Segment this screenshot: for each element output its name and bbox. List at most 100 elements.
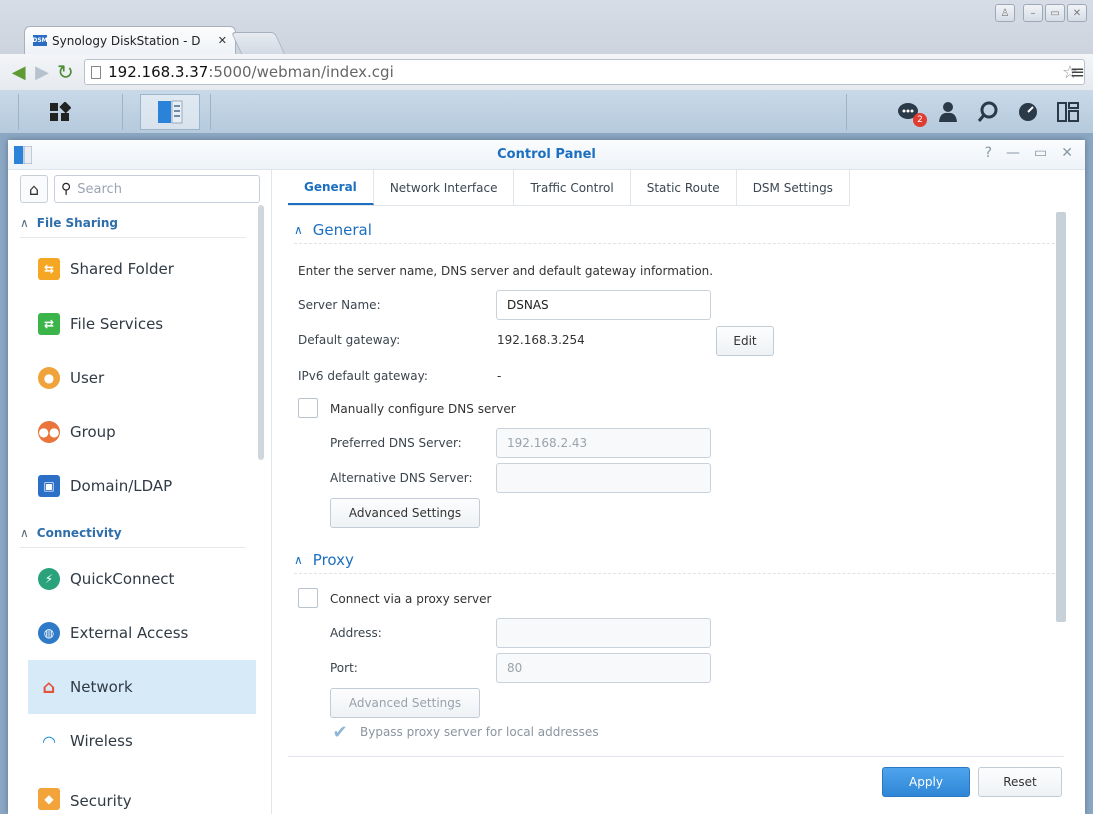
sidebar-item-label: Network [70,678,133,696]
home-icon[interactable]: ⌂ [20,175,48,203]
sidebar-item-user[interactable]: ● User [28,351,256,405]
sidebar-item-wireless[interactable]: ◠ Wireless [28,714,256,768]
sidebar-item-file-services[interactable]: ⇄ File Services [28,297,256,351]
tab-dsm-settings[interactable]: DSM Settings [737,170,850,205]
content-scrollbar[interactable] [1056,212,1066,622]
proxy-label: Connect via a proxy server [330,592,492,606]
chevron-up-icon: ∧ [20,215,29,230]
manual-dns-label: Manually configure DNS server [330,402,516,416]
group-icon: ●● [38,421,60,443]
chevron-up-icon: ∧ [294,552,303,567]
sidebar-item-domain-ldap[interactable]: ▣ Domain/LDAP [28,459,256,513]
section-title: Proxy [312,550,354,569]
sidebar-item-security[interactable]: ◆ Security [28,768,256,814]
server-name-value: DSNAS [507,298,549,312]
network-house-icon: ⌂ [42,676,56,698]
dsm-taskbar: 2 [0,90,1093,134]
sidebar-item-group[interactable]: ●● Group [28,405,256,459]
reset-button[interactable]: Reset [978,767,1062,797]
tab-close-icon[interactable]: ✕ [218,34,227,47]
new-tab-button[interactable] [230,32,286,54]
maximize-button[interactable]: ▭ [1045,4,1065,22]
apply-button[interactable]: Apply [882,767,970,797]
sidebar-item-shared-folder[interactable]: ⇆ Shared Folder [28,242,256,296]
bypass-proxy-label: Bypass proxy server for local addresses [360,725,599,739]
proxy-port-field[interactable]: 80 [496,653,711,683]
sidebar-item-network[interactable]: ⌂ Network [28,660,256,714]
sidebar-item-quickconnect[interactable]: ⚡ QuickConnect [28,552,256,606]
proxy-address-field[interactable] [496,618,711,648]
alternative-dns-field[interactable] [496,463,711,493]
wifi-icon: ◠ [42,731,56,751]
sidebar-item-label: Group [70,423,116,441]
proxy-advanced-settings-button[interactable]: Advanced Settings [330,688,480,718]
proxy-section-header[interactable]: ∧ Proxy [294,546,1060,574]
user-icon: ● [38,367,60,389]
ipv6-gateway-label: IPv6 default gateway: [298,369,428,383]
reload-icon[interactable]: ↻ [55,60,76,84]
widgets-icon[interactable] [1057,101,1079,123]
tab-traffic-control[interactable]: Traffic Control [514,170,631,205]
sidebar-section-label: File Sharing [36,215,118,230]
server-name-label: Server Name: [298,298,381,312]
control-panel-window: Control Panel ? — ▭ ✕ ⌂ ⚲ Search ∧ File … [8,140,1085,814]
resource-monitor-icon[interactable] [1017,101,1039,123]
sidebar-item-external-access[interactable]: ◍ External Access [28,606,256,660]
edit-gateway-button[interactable]: Edit [716,326,774,356]
sidebar-item-label: Domain/LDAP [70,477,173,495]
proxy-checkbox[interactable] [298,588,318,608]
sidebar-item-label: QuickConnect [70,570,175,588]
shared-folder-icon: ⇆ [38,258,60,280]
browser-tab[interactable]: DSM Synology DiskStation - D ✕ [24,26,236,54]
tab-network-interface[interactable]: Network Interface [374,170,515,205]
system-tray: 2 [897,94,1079,130]
server-name-field[interactable]: DSNAS [496,290,711,320]
window-minimize-icon[interactable]: — [1006,145,1020,161]
tab-static-route[interactable]: Static Route [631,170,737,205]
tab-general[interactable]: General [288,170,374,205]
back-arrow-icon[interactable]: ◀ [8,61,29,83]
help-icon[interactable]: ? [985,145,992,161]
sidebar-item-label: Shared Folder [70,260,174,278]
main-menu-button[interactable] [30,94,90,130]
notification-icon[interactable]: 2 [897,101,927,127]
proxy-port-value: 80 [507,661,523,675]
footer-bar: Apply Reset [288,756,1064,806]
browser-chrome: DSM Synology DiskStation - D ✕ ♙ – ▭ ✕ ◀… [0,0,1093,90]
forward-arrow-icon[interactable]: ▶ [31,61,52,83]
default-gateway-label: Default gateway: [298,333,401,347]
profile-icon[interactable]: ♙ [995,4,1015,22]
bypass-proxy-checkbox-icon[interactable]: ✔ [330,722,350,743]
preferred-dns-label: Preferred DNS Server: [330,436,462,450]
search-icon[interactable] [977,101,999,123]
alternative-dns-label: Alternative DNS Server: [330,471,473,485]
file-services-icon: ⇄ [38,313,60,335]
manual-dns-checkbox[interactable] [298,398,318,418]
sidebar-section-file-sharing[interactable]: ∧ File Sharing [20,208,246,238]
window-close-icon[interactable]: ✕ [1061,145,1073,161]
address-bar[interactable]: 192.168.3.37 :5000/webman/index.cgi ☆ [84,59,1086,85]
sidebar-section-connectivity[interactable]: ∧ Connectivity [20,518,246,548]
browser-menu-icon[interactable]: ≡ [1070,62,1085,83]
minimize-button[interactable]: – [1023,4,1043,22]
search-magnifier-icon: ⚲ [61,181,72,197]
close-window-button[interactable]: ✕ [1067,4,1087,22]
window-title: Control Panel [497,147,596,162]
taskbar-control-panel-button[interactable] [140,94,200,130]
window-maximize-icon[interactable]: ▭ [1034,145,1047,161]
sidebar-item-label: Wireless [70,732,133,750]
sidebar-scrollbar[interactable] [258,205,264,460]
window-controls: ♙ – ▭ ✕ [995,4,1087,22]
preferred-dns-field[interactable]: 192.168.2.43 [496,428,711,458]
chevron-up-icon: ∧ [20,525,29,540]
globe-icon: ◍ [38,622,60,644]
ipv6-gateway-value: - [497,369,502,383]
main-menu-icon [50,102,71,121]
dns-advanced-settings-button[interactable]: Advanced Settings [330,498,480,528]
tab-bar: General Network Interface Traffic Contro… [288,170,850,206]
user-options-icon[interactable] [937,101,959,123]
general-section-header[interactable]: ∧ General [294,216,1060,244]
sidebar-item-label: Security [70,792,132,810]
search-input[interactable]: ⚲ Search [54,175,260,203]
notification-badge: 2 [913,113,927,127]
